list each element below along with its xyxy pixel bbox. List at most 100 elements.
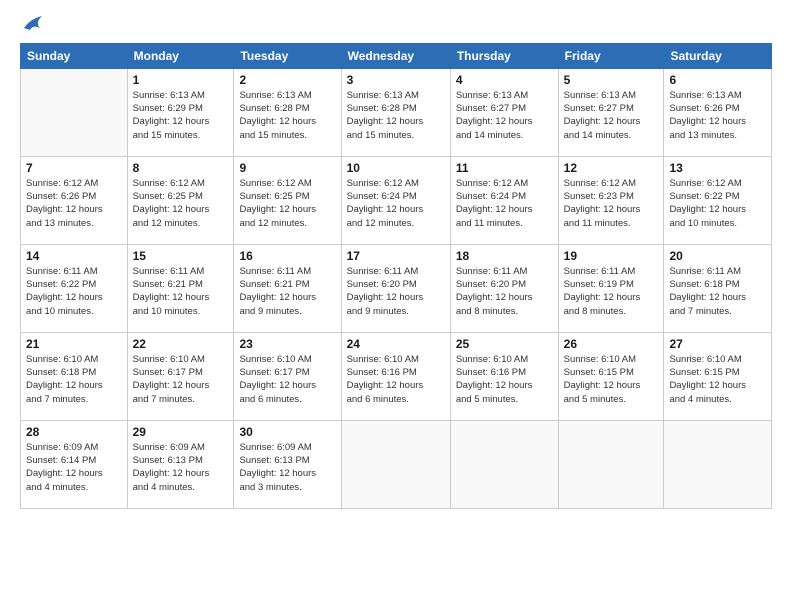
calendar-cell: 28 Sunrise: 6:09 AM Sunset: 6:14 PM Dayli… bbox=[21, 420, 128, 508]
day-number: 16 bbox=[239, 249, 335, 263]
calendar-cell: 26Sunrise: 6:10 AM Sunset: 6:15 PM Dayli… bbox=[558, 332, 664, 420]
day-info: Sunrise: 6:13 AM Sunset: 6:28 PM Dayligh… bbox=[239, 89, 335, 142]
calendar-cell bbox=[341, 420, 450, 508]
day-number: 20 bbox=[669, 249, 766, 263]
day-info: Sunrise: 6:12 AM Sunset: 6:26 PM Dayligh… bbox=[26, 177, 122, 230]
day-info: Sunrise: 6:11 AM Sunset: 6:20 PM Dayligh… bbox=[347, 265, 445, 318]
calendar-cell: 21 Sunrise: 6:10 AM Sunset: 6:18 PM Dayli… bbox=[21, 332, 128, 420]
day-number: 2 bbox=[239, 73, 335, 87]
calendar-cell: 2 Sunrise: 6:13 AM Sunset: 6:28 PM Daylig… bbox=[234, 68, 341, 156]
day-info: Sunrise: 6:10 AM Sunset: 6:15 PM Dayligh… bbox=[564, 353, 659, 406]
calendar-cell bbox=[558, 420, 664, 508]
day-number: 12 bbox=[564, 161, 659, 175]
calendar-cell: 27 Sunrise: 6:10 AM Sunset: 6:15 PM Dayli… bbox=[664, 332, 772, 420]
calendar-header-row: SundayMondayTuesdayWednesdayThursdayFrid… bbox=[21, 43, 772, 68]
day-number: 18 bbox=[456, 249, 553, 263]
calendar-cell: 11 Sunrise: 6:12 AM Sunset: 6:24 PM Dayli… bbox=[450, 156, 558, 244]
calendar-cell: 5 Sunrise: 6:13 AM Sunset: 6:27 PM Daylig… bbox=[558, 68, 664, 156]
day-info: Sunrise: 6:10 AM Sunset: 6:18 PM Dayligh… bbox=[26, 353, 122, 406]
day-number: 6 bbox=[669, 73, 766, 87]
calendar-cell: 15 Sunrise: 6:11 AM Sunset: 6:21 PM Dayli… bbox=[127, 244, 234, 332]
day-info: Sunrise: 6:13 AM Sunset: 6:28 PM Dayligh… bbox=[347, 89, 445, 142]
day-number: 30 bbox=[239, 425, 335, 439]
day-number: 15 bbox=[133, 249, 229, 263]
calendar-cell: 7 Sunrise: 6:12 AM Sunset: 6:26 PM Daylig… bbox=[21, 156, 128, 244]
day-number: 7 bbox=[26, 161, 122, 175]
day-info: Sunrise: 6:10 AM Sunset: 6:17 PM Dayligh… bbox=[239, 353, 335, 406]
day-info: Sunrise: 6:12 AM Sunset: 6:24 PM Dayligh… bbox=[347, 177, 445, 230]
day-number: 13 bbox=[669, 161, 766, 175]
day-info: Sunrise: 6:12 AM Sunset: 6:23 PM Dayligh… bbox=[564, 177, 659, 230]
day-number: 29 bbox=[133, 425, 229, 439]
calendar-week-row: 21 Sunrise: 6:10 AM Sunset: 6:18 PM Dayli… bbox=[21, 332, 772, 420]
day-info: Sunrise: 6:12 AM Sunset: 6:25 PM Dayligh… bbox=[239, 177, 335, 230]
calendar-cell: 1 Sunrise: 6:13 AM Sunset: 6:29 PM Daylig… bbox=[127, 68, 234, 156]
day-info: Sunrise: 6:11 AM Sunset: 6:19 PM Dayligh… bbox=[564, 265, 659, 318]
day-number: 3 bbox=[347, 73, 445, 87]
calendar-cell: 16 Sunrise: 6:11 AM Sunset: 6:21 PM Dayli… bbox=[234, 244, 341, 332]
col-header-saturday: Saturday bbox=[664, 43, 772, 68]
day-info: Sunrise: 6:10 AM Sunset: 6:16 PM Dayligh… bbox=[456, 353, 553, 406]
day-number: 1 bbox=[133, 73, 229, 87]
day-info: Sunrise: 6:11 AM Sunset: 6:20 PM Dayligh… bbox=[456, 265, 553, 318]
logo bbox=[20, 15, 44, 33]
logo-text bbox=[20, 15, 44, 35]
day-number: 10 bbox=[347, 161, 445, 175]
header bbox=[20, 15, 772, 33]
day-info: Sunrise: 6:12 AM Sunset: 6:22 PM Dayligh… bbox=[669, 177, 766, 230]
day-number: 23 bbox=[239, 337, 335, 351]
logo-bird-icon bbox=[22, 14, 44, 32]
day-info: Sunrise: 6:11 AM Sunset: 6:22 PM Dayligh… bbox=[26, 265, 122, 318]
day-info: Sunrise: 6:09 AM Sunset: 6:13 PM Dayligh… bbox=[133, 441, 229, 494]
day-number: 28 bbox=[26, 425, 122, 439]
col-header-wednesday: Wednesday bbox=[341, 43, 450, 68]
calendar-week-row: 1 Sunrise: 6:13 AM Sunset: 6:29 PM Daylig… bbox=[21, 68, 772, 156]
day-info: Sunrise: 6:13 AM Sunset: 6:29 PM Dayligh… bbox=[133, 89, 229, 142]
calendar-week-row: 14Sunrise: 6:11 AM Sunset: 6:22 PM Dayli… bbox=[21, 244, 772, 332]
col-header-tuesday: Tuesday bbox=[234, 43, 341, 68]
day-info: Sunrise: 6:11 AM Sunset: 6:18 PM Dayligh… bbox=[669, 265, 766, 318]
calendar-cell: 17 Sunrise: 6:11 AM Sunset: 6:20 PM Dayli… bbox=[341, 244, 450, 332]
col-header-sunday: Sunday bbox=[21, 43, 128, 68]
day-number: 8 bbox=[133, 161, 229, 175]
day-info: Sunrise: 6:12 AM Sunset: 6:25 PM Dayligh… bbox=[133, 177, 229, 230]
calendar-cell bbox=[21, 68, 128, 156]
day-info: Sunrise: 6:09 AM Sunset: 6:14 PM Dayligh… bbox=[26, 441, 122, 494]
day-info: Sunrise: 6:11 AM Sunset: 6:21 PM Dayligh… bbox=[133, 265, 229, 318]
calendar-cell: 23 Sunrise: 6:10 AM Sunset: 6:17 PM Dayli… bbox=[234, 332, 341, 420]
day-info: Sunrise: 6:10 AM Sunset: 6:16 PM Dayligh… bbox=[347, 353, 445, 406]
calendar-cell: 3 Sunrise: 6:13 AM Sunset: 6:28 PM Daylig… bbox=[341, 68, 450, 156]
col-header-thursday: Thursday bbox=[450, 43, 558, 68]
day-number: 17 bbox=[347, 249, 445, 263]
day-info: Sunrise: 6:13 AM Sunset: 6:27 PM Dayligh… bbox=[564, 89, 659, 142]
day-number: 11 bbox=[456, 161, 553, 175]
day-info: Sunrise: 6:10 AM Sunset: 6:17 PM Dayligh… bbox=[133, 353, 229, 406]
calendar-cell: 24Sunrise: 6:10 AM Sunset: 6:16 PM Dayli… bbox=[341, 332, 450, 420]
calendar-cell bbox=[450, 420, 558, 508]
day-info: Sunrise: 6:10 AM Sunset: 6:15 PM Dayligh… bbox=[669, 353, 766, 406]
calendar-table: SundayMondayTuesdayWednesdayThursdayFrid… bbox=[20, 43, 772, 509]
calendar-week-row: 28 Sunrise: 6:09 AM Sunset: 6:14 PM Dayli… bbox=[21, 420, 772, 508]
day-number: 5 bbox=[564, 73, 659, 87]
day-number: 21 bbox=[26, 337, 122, 351]
col-header-friday: Friday bbox=[558, 43, 664, 68]
calendar-cell bbox=[664, 420, 772, 508]
day-number: 27 bbox=[669, 337, 766, 351]
calendar-cell: 19Sunrise: 6:11 AM Sunset: 6:19 PM Dayli… bbox=[558, 244, 664, 332]
day-info: Sunrise: 6:12 AM Sunset: 6:24 PM Dayligh… bbox=[456, 177, 553, 230]
day-number: 22 bbox=[133, 337, 229, 351]
day-number: 4 bbox=[456, 73, 553, 87]
calendar-cell: 30Sunrise: 6:09 AM Sunset: 6:13 PM Dayli… bbox=[234, 420, 341, 508]
calendar-cell: 8 Sunrise: 6:12 AM Sunset: 6:25 PM Daylig… bbox=[127, 156, 234, 244]
calendar-week-row: 7 Sunrise: 6:12 AM Sunset: 6:26 PM Daylig… bbox=[21, 156, 772, 244]
calendar-cell: 4 Sunrise: 6:13 AM Sunset: 6:27 PM Daylig… bbox=[450, 68, 558, 156]
calendar-cell: 18 Sunrise: 6:11 AM Sunset: 6:20 PM Dayli… bbox=[450, 244, 558, 332]
calendar-cell: 14Sunrise: 6:11 AM Sunset: 6:22 PM Dayli… bbox=[21, 244, 128, 332]
page: SundayMondayTuesdayWednesdayThursdayFrid… bbox=[0, 0, 792, 612]
calendar-cell: 25Sunrise: 6:10 AM Sunset: 6:16 PM Dayli… bbox=[450, 332, 558, 420]
col-header-monday: Monday bbox=[127, 43, 234, 68]
day-info: Sunrise: 6:11 AM Sunset: 6:21 PM Dayligh… bbox=[239, 265, 335, 318]
day-info: Sunrise: 6:13 AM Sunset: 6:27 PM Dayligh… bbox=[456, 89, 553, 142]
calendar-cell: 6 Sunrise: 6:13 AM Sunset: 6:26 PM Daylig… bbox=[664, 68, 772, 156]
day-info: Sunrise: 6:13 AM Sunset: 6:26 PM Dayligh… bbox=[669, 89, 766, 142]
